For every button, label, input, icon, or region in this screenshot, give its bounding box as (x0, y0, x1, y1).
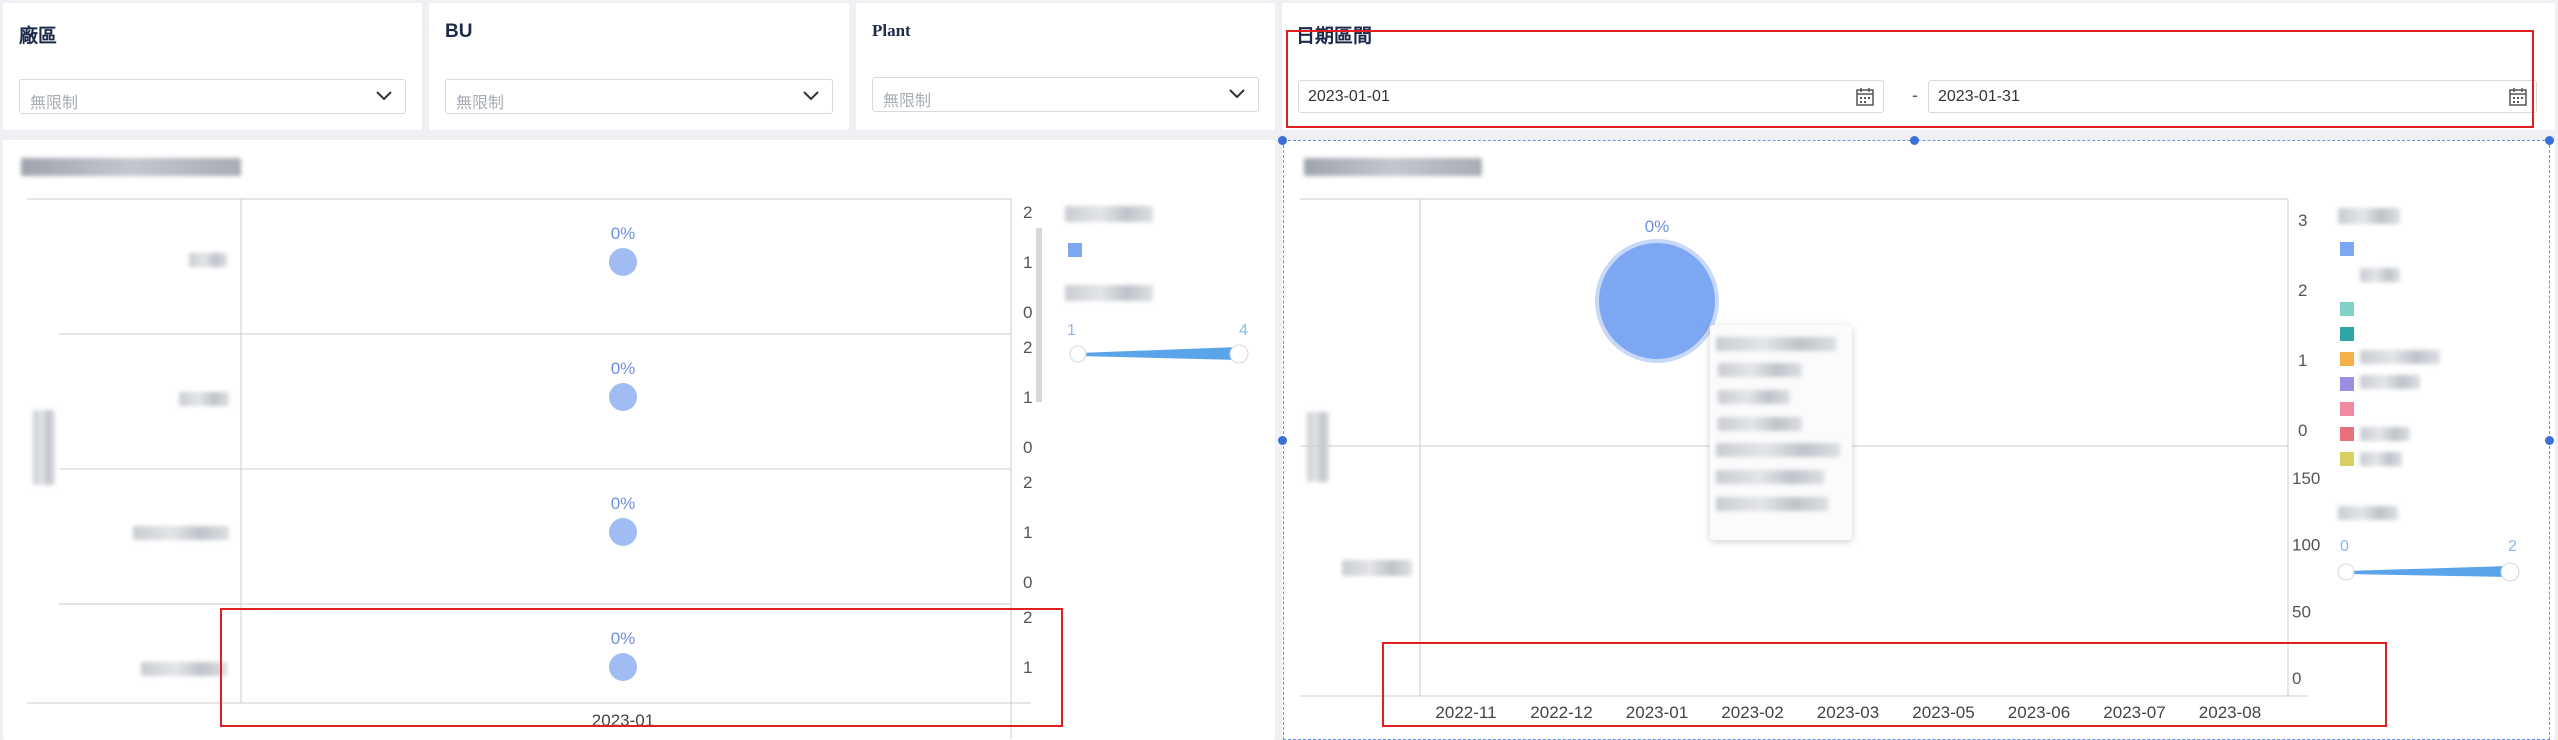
left-slider-max-label: 4 (1239, 322, 1248, 339)
left-data-label: 0% (611, 359, 636, 378)
right-lower-y-tick-label: 150 (2292, 469, 2320, 488)
tooltip-line-1 (1716, 337, 1836, 351)
right-x-tick-label: 2023-05 (1912, 703, 1974, 722)
plant-area-select[interactable]: 無限制 (19, 79, 406, 114)
chevron-down-icon (376, 91, 392, 101)
bu-placeholder: 無限制 (456, 95, 505, 112)
resize-handle-middle-right[interactable] (2545, 436, 2554, 445)
right-size-slider-track (2346, 566, 2510, 577)
resize-handle-top-middle[interactable] (1910, 136, 1919, 145)
plant-placeholder: 無限制 (883, 93, 932, 110)
right-upper-y-tick-label: 0 (2298, 421, 2307, 440)
left-y-tick-label: 0 (1023, 303, 1032, 322)
left-y-tick-label: 2 (1023, 203, 1032, 222)
right-x-tick-label: 2022-12 (1530, 703, 1592, 722)
left-slider-min-label: 1 (1067, 322, 1076, 339)
left-x-tick-label: 2023-01 (592, 711, 654, 730)
filter-bu-title: BU (445, 21, 473, 42)
start-date-value: 2023-01-01 (1308, 88, 1390, 105)
calendar-icon[interactable] (1855, 87, 1875, 107)
left-data-label: 0% (611, 494, 636, 513)
left-y-tick-label: 0 (1023, 438, 1032, 457)
plant-area-placeholder: 無限制 (30, 95, 79, 112)
left-size-slider-track (1078, 347, 1239, 360)
right-upper-y-tick-label: 1 (2298, 351, 2307, 370)
left-data-point (609, 518, 637, 546)
calendar-icon[interactable] (2508, 87, 2528, 107)
right-slider-min-label: 0 (2340, 538, 2349, 555)
tooltip-line-2 (1718, 363, 1802, 377)
end-date-input[interactable]: 2023-01-31 (1928, 80, 2537, 113)
filter-plant-title: Plant (872, 21, 911, 40)
tooltip-line-5 (1716, 443, 1840, 457)
left-y-tick-label: 1 (1023, 388, 1032, 407)
right-chart-card: 3 2 1 0 150 100 50 0 2022-11 2022-12 2023-01 2023-0… (1282, 140, 2555, 740)
start-date-input[interactable]: 2023-01-01 (1298, 80, 1884, 113)
tooltip-line-6 (1716, 470, 1824, 484)
right-x-tick-label: 2022-11 (1435, 703, 1496, 722)
plant-select[interactable]: 無限制 (872, 77, 1259, 112)
left-data-label: 0% (611, 224, 636, 243)
date-range-separator: - (1912, 85, 1918, 105)
chevron-down-icon (1229, 89, 1245, 99)
filter-plant-card: Plant 無限制 (856, 3, 1275, 130)
left-y-tick-label: 1 (1023, 253, 1032, 272)
chart-tooltip (1710, 325, 1852, 540)
left-data-point (609, 383, 637, 411)
filter-date-range-card: 日期區間 2023-01-01 - 2023-01-31 (1282, 3, 2555, 130)
left-y-tick-label: 0 (1023, 573, 1032, 592)
resize-handle-top-right[interactable] (2545, 136, 2554, 145)
right-x-tick-label: 2023-03 (1817, 703, 1879, 722)
left-size-slider-handle-min (1069, 345, 1087, 363)
filter-plant-area-card: 廠區 無限制 (3, 3, 422, 130)
resize-handle-top-left[interactable] (1278, 136, 1287, 145)
right-data-point (1595, 239, 1719, 363)
right-x-tick-label: 2023-08 (2199, 703, 2261, 722)
left-size-slider-handle-max (1229, 344, 1249, 364)
right-slider-max-label: 2 (2508, 538, 2517, 555)
right-x-tick-label: 2023-06 (2008, 703, 2070, 722)
right-lower-y-tick-label: 0 (2292, 669, 2301, 688)
right-size-slider-handle-max (2500, 562, 2520, 582)
left-y-tick-label: 2 (1023, 608, 1032, 627)
left-chart-plot: 2 1 0 0% 2 1 0 0% 2 1 0 0% 2 1 0% 2023-01 1 4 (27, 198, 1249, 739)
end-date-value: 2023-01-31 (1938, 88, 2020, 105)
filter-bu-card: BU 無限制 (429, 3, 849, 130)
right-upper-y-tick-label: 3 (2298, 211, 2307, 230)
right-lower-y-tick-label: 100 (2292, 536, 2320, 555)
left-data-label: 0% (611, 629, 636, 648)
resize-handle-middle-left[interactable] (1278, 436, 1287, 445)
right-data-label: 0% (1645, 217, 1670, 236)
bu-select[interactable]: 無限制 (445, 79, 833, 114)
right-lower-y-tick-label: 50 (2292, 602, 2311, 621)
left-y-tick-label: 2 (1023, 473, 1032, 492)
right-size-slider-handle-min (2337, 563, 2355, 581)
chevron-down-icon (803, 91, 819, 101)
right-chart-plot: 3 2 1 0 150 100 50 0 2022-11 2022-12 2023-01 2023-0… (1300, 198, 2520, 722)
tooltip-line-3 (1718, 390, 1790, 404)
left-chart-card: 2 1 0 0% 2 1 0 0% 2 1 0 0% 2 1 0% 2023-01 1 4 (3, 140, 1275, 740)
right-x-tick-label: 2023-07 (2103, 703, 2165, 722)
left-data-point (609, 248, 637, 276)
left-y-tick-label: 1 (1023, 523, 1032, 542)
filter-plant-area-title: 廠區 (19, 26, 58, 47)
left-y-tick-label: 2 (1023, 338, 1032, 357)
filter-date-range-title: 日期區間 (1296, 26, 1373, 47)
left-data-point (609, 653, 637, 681)
right-upper-y-tick-label: 2 (2298, 281, 2307, 300)
left-y-tick-label: 1 (1023, 658, 1032, 677)
tooltip-line-7 (1716, 497, 1828, 511)
right-x-tick-label: 2023-01 (1626, 703, 1688, 722)
right-x-tick-label: 2023-02 (1721, 703, 1783, 722)
tooltip-line-4 (1718, 417, 1802, 431)
